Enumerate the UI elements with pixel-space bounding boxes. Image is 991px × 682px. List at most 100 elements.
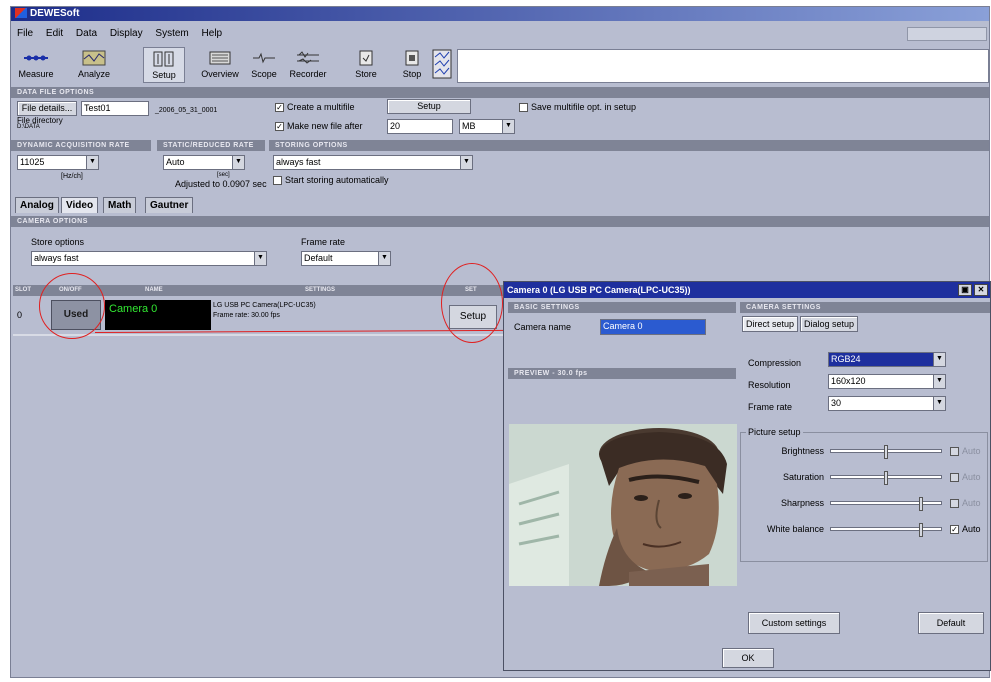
setup-toolbar-button[interactable]: Setup [143, 47, 185, 83]
overview-icon [209, 51, 231, 65]
saturation-auto-box[interactable] [950, 473, 959, 483]
overview-label: Overview [201, 69, 239, 79]
white-balance-label: White balance [766, 524, 824, 534]
measure-button[interactable]: Measure [15, 47, 57, 83]
file-directory-value: D:\DATA [17, 124, 40, 130]
make-new-file-checkbox[interactable]: ✓ Make new file after [275, 121, 363, 132]
white-balance-auto-checkbox[interactable]: ✓ Auto [950, 524, 981, 535]
storing-select[interactable]: always fast ▼ [273, 155, 473, 170]
saturation-auto-checkbox[interactable]: Auto [950, 472, 981, 483]
tab-analog[interactable]: Analog [15, 197, 59, 213]
slider-thumb[interactable] [884, 471, 888, 485]
menu-display[interactable]: Display [110, 28, 143, 39]
stop-button[interactable]: Stop [391, 47, 433, 83]
menu-help[interactable]: Help [202, 28, 223, 39]
make-new-file-label: Make new file after [287, 121, 363, 131]
chevron-down-icon: ▼ [933, 375, 945, 388]
acq-rate-select[interactable]: 11025 ▼ [17, 155, 99, 170]
analyze-button[interactable]: Analyze [73, 47, 115, 83]
slider-thumb[interactable] [919, 523, 923, 537]
basic-settings-section: BASIC SETTINGS [508, 302, 736, 313]
tab-math[interactable]: Math [103, 197, 137, 213]
chevron-down-icon: ▼ [933, 397, 945, 410]
create-multifile-checkbox[interactable]: ✓ Create a multifile [275, 102, 355, 113]
menu-data[interactable]: Data [76, 28, 97, 39]
chart-tool-button[interactable] [429, 47, 455, 83]
file-details-button[interactable]: File details... [17, 101, 77, 116]
compression-select[interactable]: RGB24 ▼ [828, 352, 946, 367]
store-label: Store [355, 69, 377, 79]
recorder-label: Recorder [289, 69, 327, 79]
brightness-label: Brightness [781, 446, 824, 456]
frame-rate-select[interactable]: Default ▼ [301, 251, 391, 266]
frame-rate-label: Frame rate [301, 237, 346, 247]
sharpness-slider[interactable] [830, 497, 942, 511]
save-multifile-box[interactable] [519, 103, 528, 113]
frame-rate-value: Default [304, 253, 333, 263]
sharpness-auto-box[interactable] [950, 499, 959, 509]
picture-setup-label: Picture setup [746, 427, 803, 438]
new-file-size-field[interactable]: 20 [387, 119, 453, 134]
slider-track [830, 527, 942, 531]
store-options-value: always fast [34, 253, 79, 263]
chevron-down-icon: ▼ [933, 353, 945, 366]
menu-file[interactable]: File [17, 28, 33, 39]
acq-rate-value: 11025 [20, 157, 45, 167]
saturation-slider[interactable] [830, 471, 942, 485]
main-toolbar: Measure Analyze Setup Overview Scope Rec… [11, 45, 989, 85]
store-button[interactable]: Store [345, 47, 387, 83]
camera-preview-image [509, 424, 737, 586]
col-name: NAME [145, 287, 163, 293]
ok-button[interactable]: OK [722, 648, 774, 668]
custom-settings-button[interactable]: Custom settings [748, 612, 840, 634]
static-rate-section: STATIC/REDUCED RATE [157, 140, 265, 151]
brightness-auto-box[interactable] [950, 447, 959, 457]
white-balance-slider[interactable] [830, 523, 942, 537]
close-icon[interactable]: ✕ [974, 284, 988, 296]
camera-name-field[interactable]: Camera 0 [600, 319, 706, 335]
minimize-icon[interactable]: ▣ [958, 284, 972, 296]
dewesoft-logo-icon [15, 8, 27, 19]
brightness-slider[interactable] [830, 445, 942, 459]
tab-video[interactable]: Video [61, 197, 99, 213]
file-suffix: _2006_05_31_0001 [155, 107, 218, 114]
file-name-field[interactable]: Test01 [81, 101, 149, 116]
white-balance-auto-label: Auto [962, 524, 981, 534]
slider-thumb[interactable] [884, 445, 888, 459]
overview-button[interactable]: Overview [199, 47, 241, 83]
scope-button[interactable]: Scope [243, 47, 285, 83]
static-rate-select[interactable]: Auto ▼ [163, 155, 245, 170]
dialog-framerate-select[interactable]: 30 ▼ [828, 396, 946, 411]
create-multifile-box[interactable]: ✓ [275, 103, 284, 113]
sharpness-auto-checkbox[interactable]: Auto [950, 498, 981, 509]
static-rate-value: Auto [166, 157, 185, 167]
tab-gautner[interactable]: Gautner [145, 197, 194, 213]
make-new-file-box[interactable]: ✓ [275, 122, 284, 132]
camera-name-cell[interactable]: Camera 0 [105, 300, 211, 330]
white-balance-auto-box[interactable]: ✓ [950, 525, 959, 535]
save-multifile-checkbox[interactable]: Save multifile opt. in setup [519, 102, 636, 113]
recorder-button[interactable]: Recorder [287, 47, 329, 83]
multifile-setup-button[interactable]: Setup [387, 99, 471, 114]
analyze-icon [82, 50, 106, 66]
menu-status-box [907, 27, 987, 41]
dialog-setup-tab[interactable]: Dialog setup [800, 316, 858, 332]
store-options-select[interactable]: always fast ▼ [31, 251, 267, 266]
camera-settings-section: CAMERA SETTINGS [740, 302, 990, 313]
brightness-auto-label: Auto [962, 446, 981, 456]
menu-edit[interactable]: Edit [46, 28, 63, 39]
start-storing-checkbox[interactable]: Start storing automatically [273, 175, 389, 186]
brightness-auto-checkbox[interactable]: Auto [950, 446, 981, 457]
data-file-section: DATA FILE OPTIONS [11, 87, 989, 98]
menu-system[interactable]: System [155, 28, 188, 39]
default-button[interactable]: Default [918, 612, 984, 634]
new-file-unit-select[interactable]: MB ▼ [459, 119, 515, 134]
direct-setup-tab[interactable]: Direct setup [742, 316, 798, 332]
chevron-down-icon: ▼ [502, 120, 514, 133]
slider-thumb[interactable] [919, 497, 923, 511]
preview-section: PREVIEW - 30.0 fps [508, 368, 736, 379]
resolution-select[interactable]: 160x120 ▼ [828, 374, 946, 389]
create-multifile-label: Create a multifile [287, 102, 355, 112]
start-storing-box[interactable] [273, 176, 282, 186]
acq-rate-unit: [Hz/ch] [61, 173, 83, 180]
